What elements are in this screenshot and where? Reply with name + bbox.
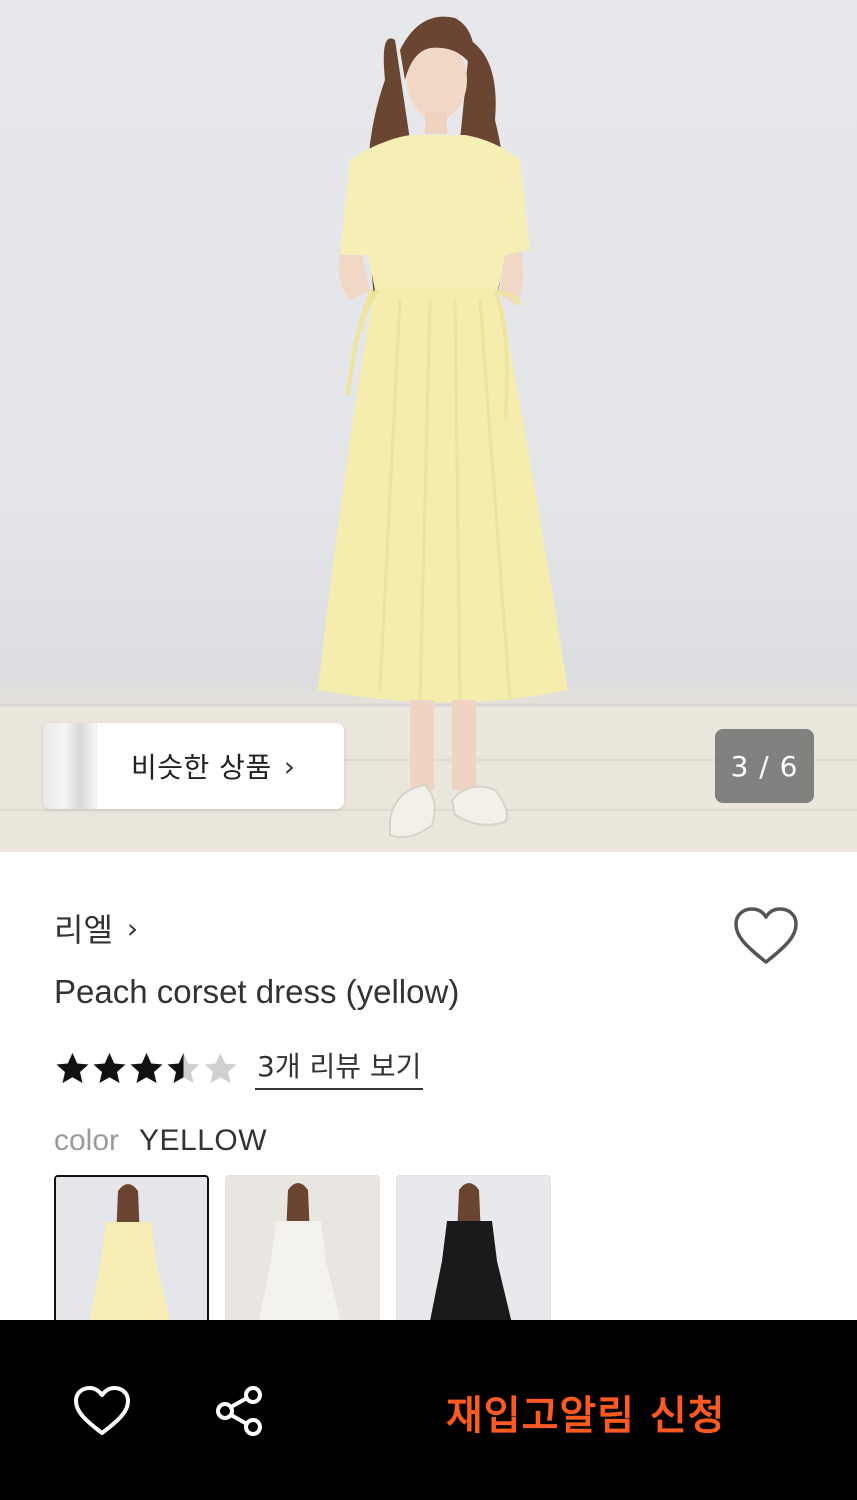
color-swatch-ivory[interactable] bbox=[225, 1175, 380, 1335]
star-icon bbox=[93, 1052, 126, 1083]
color-value: YELLOW bbox=[139, 1124, 268, 1157]
review-link[interactable]: 3개 리뷰 보기 bbox=[255, 1045, 424, 1090]
star-icon bbox=[167, 1052, 200, 1083]
color-row: color YELLOW bbox=[54, 1124, 267, 1158]
color-swatches bbox=[54, 1175, 567, 1335]
image-page-counter: 3 / 6 bbox=[715, 729, 814, 803]
rating-row: 3개 리뷰 보기 bbox=[54, 1045, 424, 1090]
product-title: Peach corset dress (yellow) bbox=[54, 973, 460, 1010]
similar-products-thumbnail bbox=[43, 723, 97, 809]
swatch-thumbnail bbox=[56, 1177, 207, 1333]
star-rating bbox=[54, 1051, 239, 1085]
chevron-right-icon: › bbox=[126, 911, 139, 945]
swatch-thumbnail bbox=[397, 1176, 550, 1334]
color-swatch-black[interactable] bbox=[396, 1175, 551, 1335]
bottom-action-bar: 재입고알림 신청 bbox=[0, 1320, 857, 1500]
heart-icon[interactable] bbox=[73, 1385, 131, 1437]
swatch-thumbnail bbox=[226, 1176, 379, 1334]
color-label: color bbox=[54, 1124, 120, 1157]
star-icon bbox=[56, 1052, 89, 1083]
chevron-right-icon: › bbox=[283, 749, 295, 783]
similar-products-button[interactable]: 비슷한 상품 › bbox=[43, 723, 344, 809]
restock-alert-button[interactable]: 재입고알림 신청 bbox=[446, 1383, 726, 1441]
star-icon bbox=[130, 1052, 163, 1083]
color-swatch-yellow[interactable] bbox=[54, 1175, 209, 1335]
brand-link[interactable]: 리엘 › bbox=[54, 905, 138, 951]
heart-icon[interactable] bbox=[733, 906, 799, 966]
brand-name: 리엘 bbox=[54, 911, 113, 949]
star-icon bbox=[204, 1052, 237, 1083]
share-icon[interactable] bbox=[213, 1384, 265, 1438]
similar-products-label: 비슷한 상품 bbox=[131, 751, 272, 784]
product-image-gallery[interactable]: 비슷한 상품 › 3 / 6 bbox=[0, 0, 857, 852]
